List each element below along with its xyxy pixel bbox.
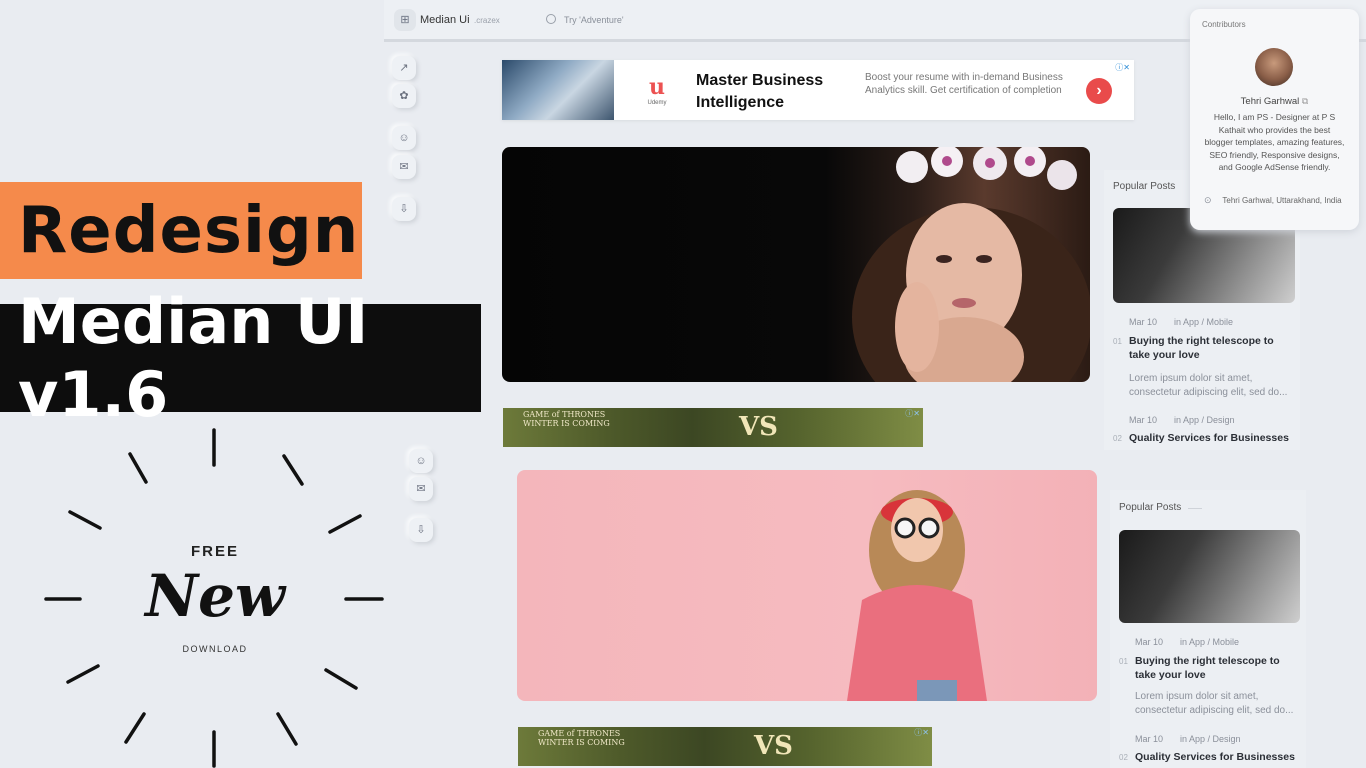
got-ad-title: GAME of THRONES WINTER IS COMING [538, 729, 625, 747]
hero-image-woman-pink[interactable] [517, 470, 1097, 701]
contributor-location: Tehri Garhwal, Uttarakhand, India [1222, 196, 1342, 205]
hero-illustration [852, 147, 1090, 382]
heading-divider [1188, 508, 1202, 509]
post-category[interactable]: in App / Mobile [1174, 317, 1233, 327]
ad-choices-icon[interactable]: ⓘ✕ [905, 408, 920, 419]
got-ad-title: GAME of THRONES WINTER IS COMING [523, 410, 610, 428]
external-link-icon[interactable]: ⧉ [1302, 96, 1308, 106]
grid-icon[interactable]: ⊞ [394, 9, 416, 31]
got-ad-title-text: GAME of THRONES [523, 410, 606, 419]
promo-version-banner: Median UI v1.6 [0, 285, 481, 431]
badge-new-label: New [145, 562, 285, 630]
contributors-popup: Contributors Tehri Garhwal ⧉ Hello, I am… [1190, 9, 1359, 230]
ad-arrow-button[interactable]: › [1086, 78, 1112, 104]
download-icon[interactable]: ⇩ [409, 518, 433, 542]
hero-image-woman-flowers[interactable] [502, 147, 1090, 382]
post-thumbnail[interactable] [1119, 530, 1300, 623]
post-title[interactable]: Buying the right telescope to take your … [1135, 654, 1300, 682]
post-date: Mar 10 [1135, 734, 1164, 744]
popular-posts-widget: Popular Posts Mar 10 in App / Mobile 01 … [1110, 490, 1306, 768]
search-input[interactable]: Try 'Adventure' [564, 15, 624, 25]
post-date: Mar 10 [1129, 317, 1158, 327]
post-number: 02 [1113, 434, 1122, 443]
post-title[interactable]: Quality Services for Businesses [1129, 431, 1294, 445]
popular-posts-heading: Popular Posts [1113, 181, 1176, 192]
got-ad-vs: VS [739, 412, 778, 442]
promo-redesign-banner: Redesign [0, 182, 362, 279]
post-title[interactable]: Buying the right telescope to take your … [1129, 334, 1294, 362]
post-excerpt: Lorem ipsum dolor sit amet, consectetur … [1129, 373, 1288, 398]
post-date: Mar 10 [1129, 415, 1158, 425]
post-excerpt: Lorem ipsum dolor sit amet, consectetur … [1135, 691, 1294, 716]
ad-choices-icon[interactable]: ⓘ✕ [1115, 62, 1130, 73]
location-pin-icon: ⊙ [1204, 195, 1212, 205]
users-icon[interactable]: ☺ [409, 449, 433, 473]
post-number: 01 [1113, 337, 1122, 346]
post-number: 01 [1119, 657, 1128, 666]
ad-choices-icon[interactable]: ⓘ✕ [914, 727, 929, 738]
contributors-label: Contributors [1202, 20, 1246, 29]
mail-icon[interactable]: ✉ [409, 477, 433, 501]
ad-title[interactable]: Master Business Intelligence [696, 70, 846, 114]
badge-free-label: FREE [190, 543, 239, 560]
avatar[interactable] [1255, 48, 1293, 86]
site-brand[interactable]: Median Ui [420, 14, 470, 26]
hero-illustration [847, 490, 987, 701]
post-category[interactable]: in App / Design [1174, 415, 1235, 425]
game-of-thrones-ad[interactable]: GAME of THRONES WINTER IS COMING VS ⓘ✕ [518, 727, 932, 766]
settings-icon[interactable]: ✿ [392, 84, 416, 108]
post-title[interactable]: Quality Services for Businesses [1135, 750, 1300, 764]
game-of-thrones-ad[interactable]: GAME of THRONES WINTER IS COMING VS ⓘ✕ [503, 408, 923, 447]
ad-description: Boost your resume with in-demand Busines… [865, 72, 1063, 96]
post-category[interactable]: in App / Mobile [1180, 637, 1239, 647]
post-category[interactable]: in App / Design [1180, 734, 1241, 744]
download-icon[interactable]: ⇩ [392, 197, 416, 221]
users-icon[interactable]: ☺ [392, 126, 416, 150]
badge-download-label: DOWNLOAD [182, 644, 248, 654]
got-ad-subtitle: WINTER IS COMING [523, 419, 610, 428]
post-date: Mar 10 [1135, 637, 1164, 647]
post-number: 02 [1119, 753, 1128, 762]
contributor-bio: Hello, I am PS - Designer at P S Kathait… [1204, 112, 1345, 172]
ad-photo [502, 60, 614, 120]
got-ad-vs: VS [754, 731, 793, 761]
search-icon[interactable] [546, 14, 556, 24]
site-brand-tag: .crazex [474, 16, 500, 25]
popular-posts-heading: Popular Posts [1119, 502, 1182, 513]
new-badge: FREE New DOWNLOAD [30, 420, 400, 768]
mail-icon[interactable]: ✉ [392, 155, 416, 179]
udemy-logo: u [649, 74, 665, 100]
got-ad-subtitle: WINTER IS COMING [538, 738, 625, 747]
promo-redesign-text: Redesign [18, 193, 360, 268]
contributor-name[interactable]: Tehri Garhwal ⧉ [1190, 96, 1359, 107]
trending-icon[interactable]: ↗ [392, 56, 416, 80]
got-ad-title-text: GAME of THRONES [538, 729, 621, 738]
udemy-ad-banner[interactable]: u Udemy Master Business Intelligence Boo… [502, 60, 1134, 120]
contributor-name-text[interactable]: Tehri Garhwal [1241, 96, 1300, 107]
udemy-logo-text: Udemy [647, 100, 667, 106]
promo-version-text: Median UI v1.6 [18, 285, 369, 431]
